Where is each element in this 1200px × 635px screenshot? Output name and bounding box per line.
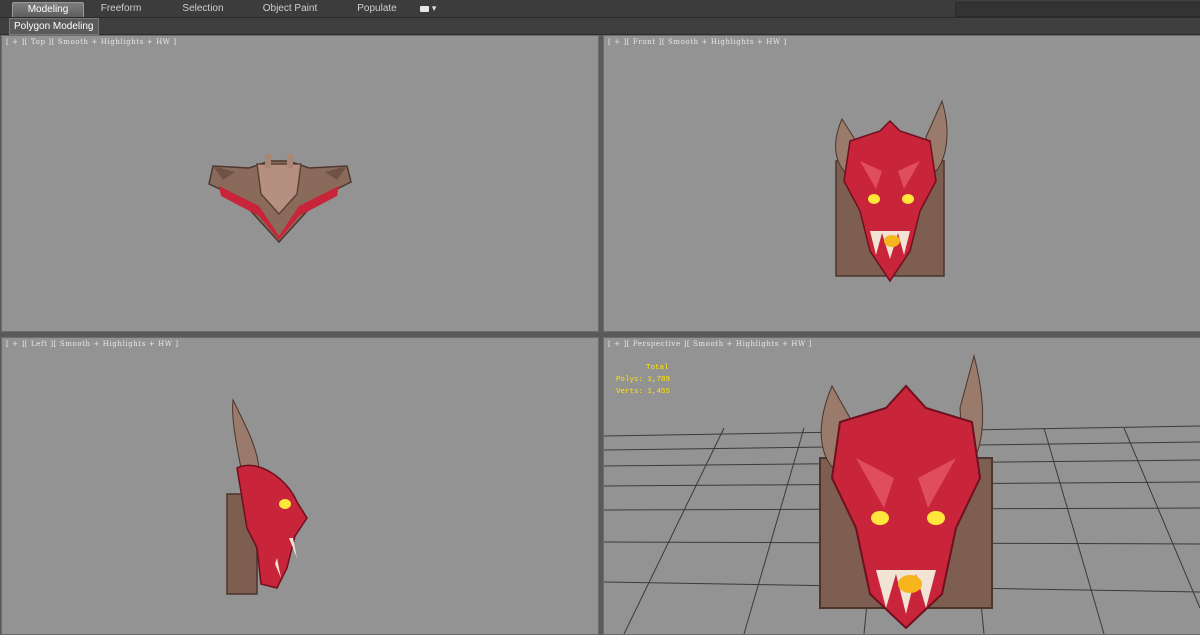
viewport-top[interactable]: [ + ][ Top ][ Smooth + Highlights + HW ] (1, 35, 599, 332)
tab-freeform[interactable]: Freeform (88, 2, 154, 16)
chevron-down-icon: ▾ (431, 4, 437, 14)
tab-selection[interactable]: Selection (170, 2, 236, 16)
stats-header: Total (646, 364, 669, 372)
polygon-modeling-panel-button[interactable]: Polygon Modeling (9, 18, 99, 35)
polys-label: Polys: (616, 376, 644, 384)
model-left-view (226, 398, 308, 595)
stats-polys-row: Polys: 1,789 (616, 374, 670, 386)
ribbon-options-dropdown[interactable]: ▾ (420, 3, 440, 15)
viewport-front[interactable]: [ + ][ Front ][ Smooth + Highlights + HW… (603, 35, 1200, 332)
viewport-left[interactable]: [ + ][ Left ][ Smooth + Highlights + HW … (1, 337, 599, 635)
tab-object-paint[interactable]: Object Paint (252, 2, 328, 16)
stats-verts-row: Verts: 1,455 (616, 386, 670, 398)
verts-value: 1,455 (647, 388, 671, 396)
polys-value: 1,789 (647, 376, 671, 384)
verts-label: Verts: (616, 388, 644, 396)
tab-modeling[interactable]: Modeling (12, 2, 84, 17)
display-options-icon (420, 5, 429, 12)
model-top-view (208, 154, 352, 244)
polygon-count-stats: Total Polys: 1,789 Verts: 1,455 (616, 362, 670, 398)
perspective-grid-and-model (604, 354, 1200, 634)
model-front-view (835, 99, 948, 283)
ribbon-panel-bar: Polygon Modeling (0, 18, 1200, 35)
ribbon-right-panel (955, 2, 1200, 17)
tab-populate[interactable]: Populate (344, 2, 410, 16)
ribbon-tab-bar: Modeling Freeform Selection Object Paint… (0, 0, 1200, 18)
viewport-perspective[interactable]: [ + ][ Perspective ][ Smooth + Highlight… (603, 337, 1200, 635)
